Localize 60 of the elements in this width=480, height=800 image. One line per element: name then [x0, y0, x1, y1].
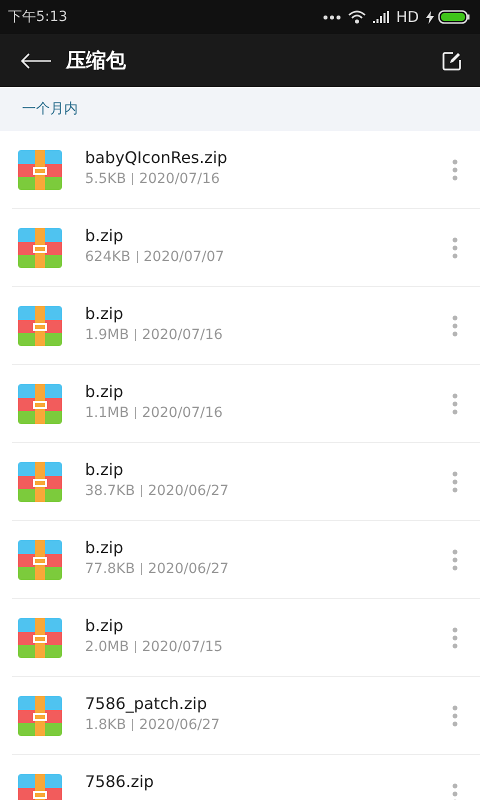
- more-options-button[interactable]: [450, 468, 460, 494]
- wifi-icon: [348, 10, 366, 24]
- file-name: b.zip: [85, 304, 124, 323]
- file-size: 1.9MB: [85, 327, 129, 343]
- file-size: 2.0MB: [85, 639, 129, 655]
- file-row[interactable]: b.zip 2.0MB 2020/07/15: [0, 599, 480, 676]
- more-options-button[interactable]: [450, 312, 460, 338]
- more-options-button[interactable]: [450, 702, 460, 728]
- file-size: 38.7KB: [85, 483, 135, 499]
- file-size: 624KB: [85, 249, 131, 265]
- network-label: HD: [396, 8, 419, 26]
- file-size: 1.8KB: [85, 717, 126, 733]
- status-time: 下午5:13: [8, 8, 68, 26]
- charging-bolt-icon: [426, 10, 434, 24]
- archive-icon: [18, 306, 62, 346]
- archive-icon: [18, 696, 62, 736]
- more-dots-icon: [323, 14, 342, 20]
- file-row[interactable]: b.zip 1.9MB 2020/07/16: [0, 287, 480, 364]
- archive-icon: [18, 228, 62, 268]
- file-name: b.zip: [85, 226, 124, 245]
- file-name: 7586_patch.zip: [85, 694, 208, 713]
- archive-icon: [18, 462, 62, 502]
- file-size: 1.1MB: [85, 405, 129, 421]
- more-options-button[interactable]: [450, 624, 460, 650]
- file-size: 5.5KB: [85, 171, 126, 187]
- more-options-button[interactable]: [450, 234, 460, 260]
- file-row[interactable]: b.zip 1.1MB 2020/07/16: [0, 365, 480, 442]
- signal-icon: [373, 11, 390, 23]
- file-row[interactable]: babyQIconRes.zip 5.5KB 2020/07/16: [0, 131, 480, 208]
- file-row[interactable]: b.zip 624KB 2020/07/07: [0, 209, 480, 286]
- file-date: 2020/07/16: [142, 405, 223, 421]
- archive-icon: [18, 384, 62, 424]
- file-row[interactable]: b.zip 77.8KB 2020/06/27: [0, 521, 480, 598]
- battery-icon: [438, 10, 470, 24]
- file-name: b.zip: [85, 616, 124, 635]
- file-date: 2020/06/27: [148, 483, 229, 499]
- file-date: 2020/07/16: [142, 327, 223, 343]
- file-name: b.zip: [85, 538, 124, 557]
- file-name: b.zip: [85, 460, 124, 479]
- file-row[interactable]: 7586_patch.zip 1.8KB 2020/06/27: [0, 677, 480, 754]
- file-date: 2020/07/16: [139, 171, 220, 187]
- back-button[interactable]: [18, 50, 54, 70]
- file-name: b.zip: [85, 382, 124, 401]
- archive-icon: [18, 540, 62, 580]
- file-date: 2020/06/27: [148, 561, 229, 577]
- file-row[interactable]: b.zip 38.7KB 2020/06/27: [0, 443, 480, 520]
- file-date: 2020/06/27: [139, 717, 220, 733]
- more-options-button[interactable]: [450, 390, 460, 416]
- file-date: 2020/07/07: [144, 249, 224, 265]
- file-row[interactable]: 7586.zip: [0, 755, 480, 800]
- page-title: 压缩包: [66, 47, 126, 74]
- archive-icon: [18, 618, 62, 658]
- more-options-button[interactable]: [450, 546, 460, 572]
- file-name: babyQIconRes.zip: [85, 148, 228, 167]
- file-date: 2020/07/15: [142, 639, 223, 655]
- section-title: 一个月内: [22, 100, 78, 118]
- file-size: 77.8KB: [85, 561, 135, 577]
- archive-icon: [18, 150, 62, 190]
- more-options-button[interactable]: [450, 156, 460, 182]
- file-name: 7586.zip: [85, 772, 155, 791]
